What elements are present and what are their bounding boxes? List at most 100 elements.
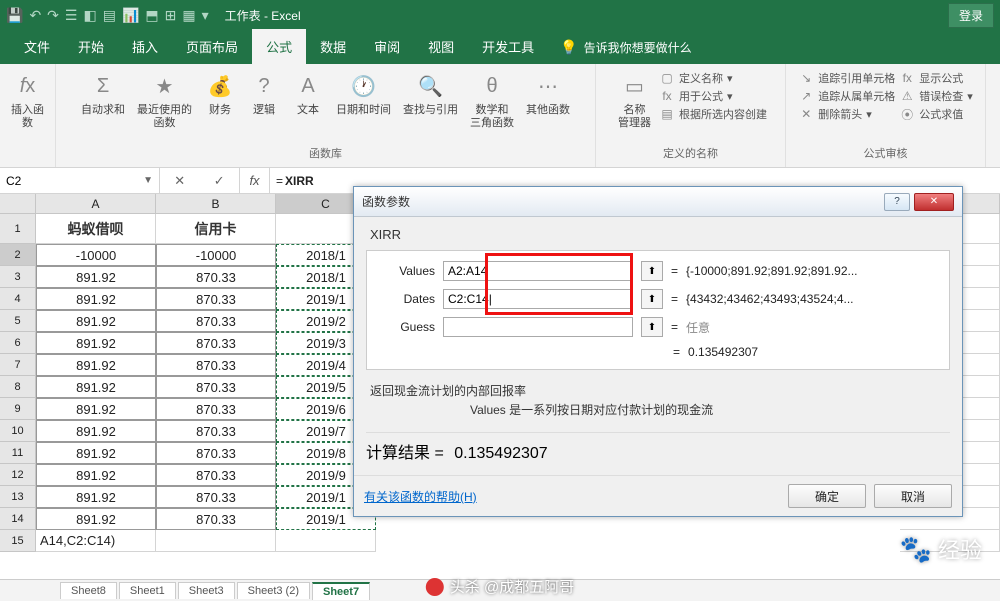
tab-home[interactable]: 开始 bbox=[64, 29, 118, 64]
name-box[interactable]: C2 ▼ bbox=[0, 168, 160, 193]
collapse-icon[interactable]: ⬆ bbox=[641, 317, 663, 337]
row-header[interactable]: 3 bbox=[0, 266, 36, 288]
collapse-icon[interactable]: ⬆ bbox=[641, 289, 663, 309]
cell[interactable]: 891.92 bbox=[36, 420, 156, 442]
date-button[interactable]: 🕐日期和时间 bbox=[332, 68, 395, 132]
row-header[interactable]: 10 bbox=[0, 420, 36, 442]
trace-precedents-button[interactable]: ↘追踪引用单元格 bbox=[798, 70, 895, 86]
other-button[interactable]: ⋯其他函数 bbox=[522, 68, 574, 132]
row-header[interactable]: 14 bbox=[0, 508, 36, 530]
param-input-values[interactable]: A2:A14 bbox=[443, 261, 633, 281]
cancel-button[interactable]: 取消 bbox=[874, 484, 952, 508]
tab-data[interactable]: 数据 bbox=[306, 29, 360, 64]
qat-icon[interactable]: ▤ bbox=[103, 7, 116, 24]
cell[interactable]: A14,C2:C14) bbox=[36, 530, 156, 552]
remove-arrows-button[interactable]: ✕删除箭头 ▾ bbox=[798, 106, 895, 122]
col-header-B[interactable]: B bbox=[156, 194, 276, 214]
param-input-guess[interactable] bbox=[443, 317, 633, 337]
login-button[interactable]: 登录 bbox=[948, 3, 994, 28]
tab-view[interactable]: 视图 bbox=[414, 29, 468, 64]
cell[interactable]: 891.92 bbox=[36, 354, 156, 376]
cell[interactable]: 891.92 bbox=[36, 398, 156, 420]
cell[interactable]: 870.33 bbox=[156, 508, 276, 530]
cell[interactable]: 891.92 bbox=[36, 376, 156, 398]
cell[interactable]: 870.33 bbox=[156, 266, 276, 288]
tab-file[interactable]: 文件 bbox=[10, 29, 64, 64]
define-name-button[interactable]: ▢定义名称 ▾ bbox=[659, 70, 767, 86]
cell[interactable]: 891.92 bbox=[36, 310, 156, 332]
cell[interactable]: 870.33 bbox=[156, 354, 276, 376]
qat-icon[interactable]: ⊞ bbox=[165, 7, 177, 24]
cell[interactable]: 891.92 bbox=[36, 464, 156, 486]
cell[interactable]: 891.92 bbox=[36, 486, 156, 508]
lookup-button[interactable]: 🔍查找与引用 bbox=[399, 68, 462, 132]
undo-icon[interactable]: ↶ bbox=[29, 7, 41, 24]
cell[interactable]: 870.33 bbox=[156, 332, 276, 354]
help-link[interactable]: 有关该函数的帮助(H) bbox=[364, 488, 477, 505]
row-header[interactable]: 12 bbox=[0, 464, 36, 486]
qat-icon[interactable]: 📊 bbox=[122, 7, 139, 24]
row-header[interactable]: 8 bbox=[0, 376, 36, 398]
evaluate-button[interactable]: ⦿公式求值 bbox=[899, 106, 973, 122]
row-header[interactable]: 1 bbox=[0, 214, 36, 244]
param-input-dates[interactable]: C2:C14| bbox=[443, 289, 633, 309]
cell[interactable]: 870.33 bbox=[156, 420, 276, 442]
col-header-A[interactable]: A bbox=[36, 194, 156, 214]
cell[interactable]: 870.33 bbox=[156, 442, 276, 464]
name-manager-button[interactable]: ▭名称 管理器 bbox=[614, 68, 655, 132]
tab-layout[interactable]: 页面布局 bbox=[172, 29, 252, 64]
cell[interactable]: 891.92 bbox=[36, 508, 156, 530]
sheet-tab[interactable]: Sheet8 bbox=[60, 582, 117, 599]
tab-dev[interactable]: 开发工具 bbox=[468, 29, 548, 64]
trace-dependents-button[interactable]: ↗追踪从属单元格 bbox=[798, 88, 895, 104]
row-header[interactable]: 2 bbox=[0, 244, 36, 266]
cell[interactable]: 870.33 bbox=[156, 486, 276, 508]
cell[interactable]: -10000 bbox=[156, 244, 276, 266]
cell[interactable]: 870.33 bbox=[156, 464, 276, 486]
qat-icon[interactable]: ◧ bbox=[83, 7, 96, 24]
tab-formulas[interactable]: 公式 bbox=[252, 29, 306, 64]
qat-icon[interactable]: ⬒ bbox=[145, 7, 158, 24]
select-all-corner[interactable] bbox=[0, 194, 36, 214]
math-button[interactable]: θ数学和 三角函数 bbox=[466, 68, 518, 132]
cell[interactable]: 891.92 bbox=[36, 288, 156, 310]
recent-button[interactable]: ★最近使用的 函数 bbox=[133, 68, 196, 132]
create-selection-button[interactable]: ▤根据所选内容创建 bbox=[659, 106, 767, 122]
text-button[interactable]: A文本 bbox=[288, 68, 328, 132]
cell[interactable]: 891.92 bbox=[36, 266, 156, 288]
tab-insert[interactable]: 插入 bbox=[118, 29, 172, 64]
fx-icon[interactable]: fx bbox=[240, 168, 270, 193]
qat-icon[interactable]: ☰ bbox=[65, 7, 78, 24]
cell[interactable]: 870.33 bbox=[156, 288, 276, 310]
row-header[interactable]: 4 bbox=[0, 288, 36, 310]
row-header[interactable]: 5 bbox=[0, 310, 36, 332]
row-header[interactable]: 13 bbox=[0, 486, 36, 508]
use-formula-button[interactable]: fx用于公式 ▾ bbox=[659, 88, 767, 104]
dialog-titlebar[interactable]: 函数参数 ? ✕ bbox=[354, 187, 962, 217]
sheet-tab[interactable]: Sheet3 bbox=[178, 582, 235, 599]
help-button[interactable]: ? bbox=[884, 193, 910, 211]
cancel-icon[interactable]: ✕ bbox=[174, 173, 185, 189]
cell[interactable]: 870.33 bbox=[156, 376, 276, 398]
collapse-icon[interactable]: ⬆ bbox=[641, 261, 663, 281]
redo-icon[interactable]: ↷ bbox=[47, 7, 59, 24]
cell[interactable]: 信用卡 bbox=[156, 214, 276, 244]
qat-dropdown-icon[interactable]: ▾ bbox=[202, 7, 209, 24]
insert-function-button[interactable]: fx 插入函数 bbox=[6, 68, 49, 132]
dropdown-icon[interactable]: ▼ bbox=[143, 175, 153, 186]
row-header[interactable]: 11 bbox=[0, 442, 36, 464]
logic-button[interactable]: ?逻辑 bbox=[244, 68, 284, 132]
error-check-button[interactable]: ⚠错误检查 ▾ bbox=[899, 88, 973, 104]
show-formula-button[interactable]: fx显示公式 bbox=[899, 70, 973, 86]
save-icon[interactable]: 💾 bbox=[6, 7, 23, 24]
row-header[interactable]: 7 bbox=[0, 354, 36, 376]
autosum-button[interactable]: Σ自动求和 bbox=[77, 68, 129, 132]
cell[interactable]: 891.92 bbox=[36, 332, 156, 354]
cell[interactable]: 870.33 bbox=[156, 398, 276, 420]
row-header[interactable]: 6 bbox=[0, 332, 36, 354]
enter-icon[interactable]: ✓ bbox=[214, 173, 225, 189]
ok-button[interactable]: 确定 bbox=[788, 484, 866, 508]
sheet-tab[interactable]: Sheet1 bbox=[119, 582, 176, 599]
sheet-tab[interactable]: Sheet3 (2) bbox=[237, 582, 310, 599]
financial-button[interactable]: 💰财务 bbox=[200, 68, 240, 132]
